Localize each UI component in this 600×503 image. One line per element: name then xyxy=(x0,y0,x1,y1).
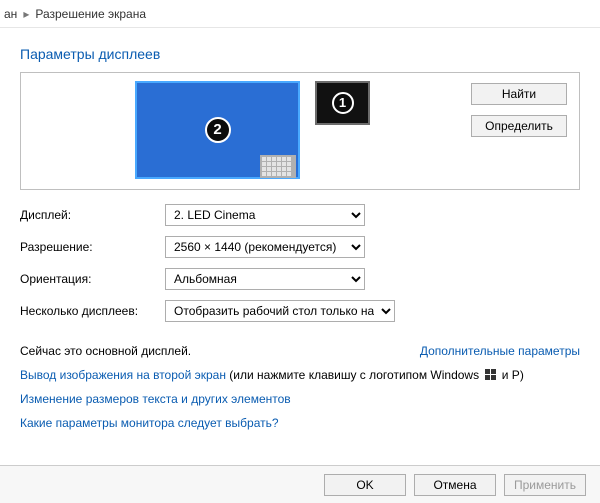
project-suffix-1: (или нажмите клавишу с логотипом Windows xyxy=(226,368,482,382)
page-title: Параметры дисплеев xyxy=(20,46,580,62)
breadcrumb-prev: ан xyxy=(4,7,17,21)
dialog-footer: OK Отмена Применить xyxy=(0,465,600,503)
help-link[interactable]: Какие параметры монитора следует выбрать… xyxy=(20,416,279,430)
project-suffix-2: и P) xyxy=(498,368,523,382)
main-display-status: Сейчас это основной дисплей. xyxy=(20,344,191,358)
taskbar-thumbnail-icon xyxy=(260,149,296,177)
breadcrumb[interactable]: ан ▸ Разрешение экрана xyxy=(0,0,600,28)
find-button[interactable]: Найти xyxy=(471,83,567,105)
display-select[interactable]: 2. LED Cinema xyxy=(165,204,365,226)
identify-button[interactable]: Определить xyxy=(471,115,567,137)
breadcrumb-current: Разрешение экрана xyxy=(35,7,146,21)
advanced-settings-link[interactable]: Дополнительные параметры xyxy=(420,344,580,358)
display-arrangement-box: 2 1 Найти Определить xyxy=(20,72,580,190)
monitor-1[interactable]: 1 xyxy=(315,81,370,125)
resolution-select[interactable]: 2560 × 1440 (рекомендуется) xyxy=(165,236,365,258)
cancel-button[interactable]: Отмена xyxy=(414,474,496,496)
ok-button[interactable]: OK xyxy=(324,474,406,496)
windows-logo-icon xyxy=(484,369,496,381)
orientation-label: Ориентация: xyxy=(20,272,165,286)
text-size-link[interactable]: Изменение размеров текста и других элеме… xyxy=(20,392,291,406)
monitors-area[interactable]: 2 1 xyxy=(120,79,480,184)
display-label: Дисплей: xyxy=(20,208,165,222)
multi-display-label: Несколько дисплеев: xyxy=(20,304,165,318)
resolution-label: Разрешение: xyxy=(20,240,165,254)
monitor-1-number: 1 xyxy=(332,92,354,114)
multi-display-select[interactable]: Отобразить рабочий стол только на 2 xyxy=(165,300,395,322)
orientation-select[interactable]: Альбомная xyxy=(165,268,365,290)
chevron-right-icon: ▸ xyxy=(23,7,29,21)
monitor-2[interactable]: 2 xyxy=(135,81,300,179)
apply-button[interactable]: Применить xyxy=(504,474,586,496)
project-link[interactable]: Вывод изображения на второй экран xyxy=(20,368,226,382)
monitor-2-number: 2 xyxy=(205,117,231,143)
